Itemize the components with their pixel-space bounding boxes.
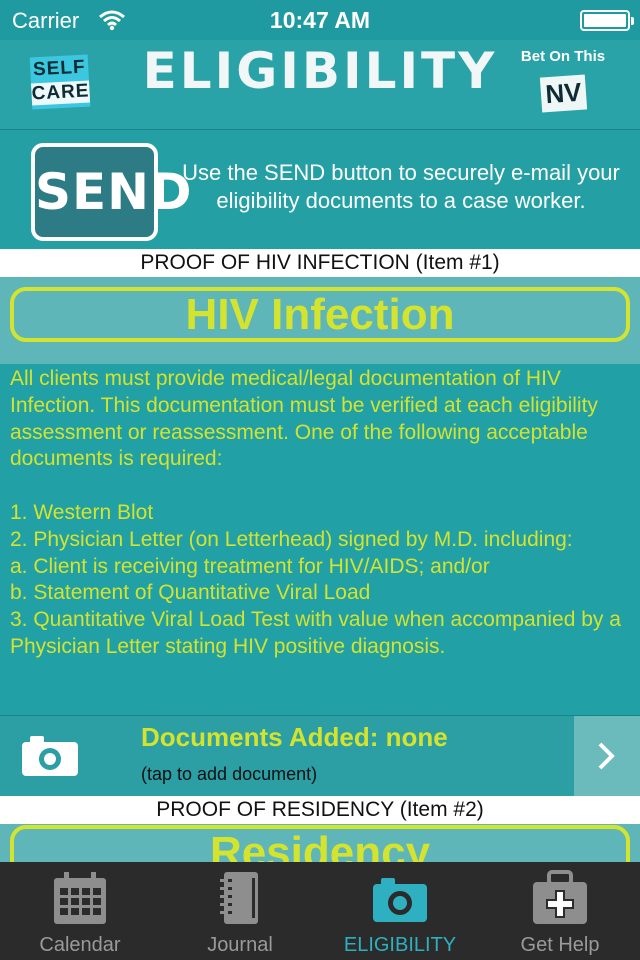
tab-label: Get Help bbox=[520, 934, 600, 956]
residency-pill[interactable]: Residency bbox=[10, 825, 630, 864]
hiv-pill-area: HIV Infection bbox=[0, 277, 640, 364]
send-section: SEND Use the SEND button to securely e-m… bbox=[0, 131, 640, 248]
tab-calendar[interactable]: Calendar bbox=[0, 862, 160, 960]
camera-icon bbox=[373, 878, 427, 922]
clock: 10:47 AM bbox=[269, 7, 371, 33]
camera-icon[interactable] bbox=[22, 734, 78, 776]
section-header-hiv: PROOF OF HIV INFECTION (Item #1) bbox=[0, 249, 640, 277]
hiv-infection-pill[interactable]: HIV Infection bbox=[10, 287, 630, 342]
documents-added-label: Documents Added: none bbox=[141, 722, 448, 752]
hiv-requirements-text: All clients must provide medical/legal d… bbox=[0, 364, 640, 715]
add-document-row[interactable]: Documents Added: none (tap to add docume… bbox=[0, 715, 640, 796]
calendar-icon bbox=[54, 872, 106, 924]
send-button[interactable]: SEND bbox=[31, 143, 192, 241]
nv-logo[interactable]: NV bbox=[539, 74, 588, 113]
partner-label: Bet On This bbox=[520, 48, 606, 65]
battery-icon bbox=[580, 10, 634, 31]
section-header-residency: PROOF OF RESIDENCY (Item #2) bbox=[0, 796, 640, 824]
tab-bar: Calendar Journal ELIGIBILITY Get Help bbox=[0, 862, 640, 960]
medical-kit-icon bbox=[533, 870, 587, 924]
chevron-right-icon bbox=[598, 742, 615, 770]
tab-label: ELIGIBILITY bbox=[343, 934, 457, 956]
journal-icon bbox=[220, 872, 258, 924]
residency-pill-area: Residency bbox=[0, 824, 640, 864]
tab-label: Journal bbox=[207, 934, 273, 956]
tab-get-help[interactable]: Get Help bbox=[480, 862, 640, 960]
status-bar: Carrier 10:47 AM bbox=[0, 0, 640, 40]
nv-logo-text: NV bbox=[544, 76, 583, 110]
tap-hint: (tap to add document) bbox=[141, 764, 318, 784]
tab-label: Calendar bbox=[39, 934, 121, 956]
tab-eligibility[interactable]: ELIGIBILITY bbox=[320, 862, 480, 960]
app-header: SELF CARE ELIGIBILITY Bet On This NV bbox=[0, 40, 640, 130]
disclosure-button[interactable] bbox=[574, 716, 640, 796]
send-instructions: Use the SEND button to securely e-mail y… bbox=[182, 160, 620, 213]
tab-journal[interactable]: Journal bbox=[160, 862, 320, 960]
